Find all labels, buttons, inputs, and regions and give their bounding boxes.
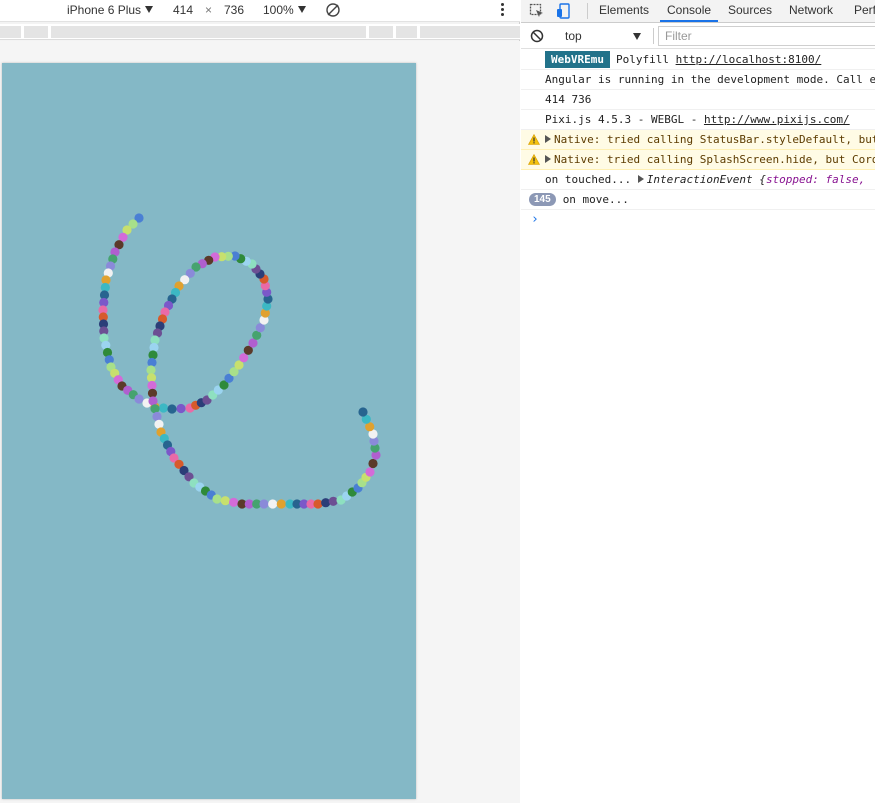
trail-dot	[276, 499, 286, 509]
devtools-panel: Elements Console Sources Network Perf to…	[521, 0, 875, 803]
console-message[interactable]: Angular is running in the development mo…	[521, 70, 875, 90]
chevron-down-icon	[145, 6, 154, 13]
toolbar-divider	[653, 28, 654, 44]
trail-dot	[220, 496, 230, 506]
message-text: 414 736	[545, 93, 592, 106]
console-warning[interactable]: Native: tried calling SplashScreen.hide,…	[521, 150, 875, 170]
repeat-count-badge: 145	[529, 193, 556, 206]
media-query-bar	[0, 24, 520, 40]
height-input[interactable]: 736	[224, 3, 244, 17]
expand-arrow-icon[interactable]	[637, 175, 644, 183]
trail-dot	[150, 404, 160, 414]
media-segment[interactable]	[396, 26, 417, 38]
trail-dot	[176, 403, 186, 414]
toolbar-divider	[587, 3, 588, 19]
context-value: top	[565, 29, 582, 43]
pixi-canvas[interactable]	[2, 63, 416, 799]
console-toolbar: top	[521, 24, 875, 49]
console-message[interactable]: Pixi.js 4.5.3 - WEBGL - http://www.pixij…	[521, 110, 875, 130]
media-segment[interactable]	[420, 26, 520, 38]
tab-elements[interactable]: Elements	[592, 0, 656, 22]
tab-performance[interactable]: Perf	[847, 0, 875, 22]
console-warning[interactable]: Native: tried calling StatusBar.styleDef…	[521, 130, 875, 150]
console-message[interactable]: 145 on move...	[521, 190, 875, 210]
trail-dot	[158, 403, 169, 413]
message-text: Polyfill	[615, 53, 669, 66]
trail-dot	[313, 499, 323, 509]
trail-dot	[152, 411, 162, 422]
trail-dot	[365, 467, 375, 477]
context-select[interactable]: top	[561, 27, 641, 45]
console-messages: WebVREmu Polyfill http://localhost:8100/ …	[521, 50, 875, 230]
zoom-value: 100%	[263, 3, 294, 17]
media-segment[interactable]	[51, 26, 366, 38]
message-link[interactable]: http://localhost:8100/	[676, 53, 822, 66]
device-select[interactable]: iPhone 6 Plus	[67, 3, 154, 17]
object-key: stopped	[765, 173, 813, 186]
screen: iPhone 6 Plus 414 × 736 100% Elements Co…	[0, 0, 875, 803]
message-text: on move...	[562, 193, 629, 206]
expand-arrow-icon[interactable]	[545, 155, 551, 163]
more-options-icon[interactable]	[497, 3, 507, 17]
device-toolbar: iPhone 6 Plus 414 × 736 100%	[0, 0, 520, 22]
media-segment[interactable]	[369, 26, 393, 38]
trail-dot	[328, 496, 338, 506]
tab-console[interactable]: Console	[660, 0, 719, 22]
device-toolbar-icon[interactable]	[556, 3, 572, 19]
trail-dot	[147, 380, 157, 391]
trail-dot	[134, 394, 144, 404]
message-text: Angular is running in the development mo…	[545, 73, 875, 86]
console-message[interactable]: on touched... InteractionEvent {stopped:…	[521, 170, 875, 190]
console-filter-input[interactable]	[658, 26, 875, 46]
warning-icon	[528, 154, 540, 165]
prompt-chevron-icon: ›	[531, 212, 539, 227]
inspect-element-icon[interactable]	[529, 3, 545, 19]
message-link[interactable]: http://www.pixijs.com/	[704, 113, 850, 126]
trail-dot	[229, 497, 239, 507]
device-emulation-pane: iPhone 6 Plus 414 × 736 100%	[0, 0, 520, 803]
trail-dot	[146, 365, 156, 375]
touch-trail	[98, 213, 381, 509]
trail-dot	[212, 494, 222, 504]
tab-network[interactable]: Network	[782, 0, 840, 22]
width-input[interactable]: 414	[173, 3, 193, 17]
dimension-separator: ×	[205, 3, 213, 17]
viewport-area	[0, 41, 520, 803]
trail-dot	[167, 404, 177, 414]
trail-dot	[368, 458, 378, 469]
trail-dot	[358, 407, 368, 417]
zoom-select[interactable]: 100%	[263, 3, 306, 17]
message-text: Native: tried calling SplashScreen.hide,…	[554, 153, 875, 166]
console-message[interactable]: 414 736	[521, 90, 875, 110]
trail-dot	[148, 396, 158, 406]
console-prompt[interactable]: ›	[521, 210, 875, 230]
object-value: : false,	[812, 173, 866, 186]
trail-dot	[154, 419, 164, 429]
chevron-down-icon	[633, 33, 641, 40]
rotate-icon[interactable]	[325, 2, 341, 18]
webvremu-badge: WebVREmu	[545, 51, 610, 68]
object-preview: InteractionEvent {	[646, 173, 766, 186]
tab-sources[interactable]: Sources	[721, 0, 779, 22]
message-text: Pixi.js 4.5.3 - WEBGL -	[545, 113, 704, 126]
chevron-down-icon	[297, 6, 306, 13]
message-text: Native: tried calling StatusBar.styleDef…	[554, 133, 875, 146]
expand-arrow-icon[interactable]	[545, 135, 551, 143]
device-name: iPhone 6 Plus	[67, 3, 142, 17]
trail-dot	[268, 499, 278, 509]
media-segment[interactable]	[0, 26, 21, 38]
warning-icon	[528, 134, 540, 145]
devtools-tabbar: Elements Console Sources Network Perf	[521, 0, 875, 23]
message-text: on touched...	[545, 173, 638, 186]
trail-dot	[259, 499, 269, 509]
console-message[interactable]: WebVREmu Polyfill http://localhost:8100/	[521, 50, 875, 70]
media-segment[interactable]	[24, 26, 48, 38]
clear-console-icon[interactable]	[530, 29, 544, 43]
